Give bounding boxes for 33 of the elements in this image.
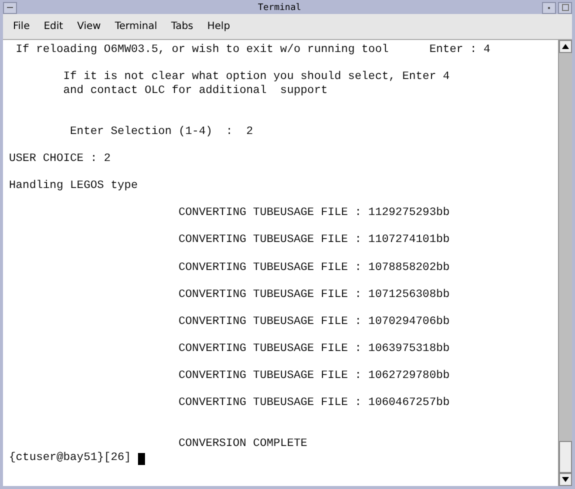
menu-item[interactable]: Help <box>207 21 230 32</box>
terminal-line: If reloading O6MW03.5, or wish to exit w/o running tool Enter : 4 <box>14 44 492 58</box>
terminal-line: If it is not clear what option you should select, Enter 4 <box>62 71 451 84</box>
scrollbar[interactable] <box>558 40 572 486</box>
menu-item[interactable]: Terminal <box>114 21 158 32</box>
maximize-button[interactable] <box>558 2 572 14</box>
terminal-line: Enter Selection (1-4) : 2 <box>69 126 254 140</box>
minimize-button[interactable] <box>542 2 556 14</box>
terminal-line: CONVERTING TUBEUSAGE FILE : 1107274101bb <box>177 234 451 248</box>
menu-item[interactable]: File <box>13 21 30 32</box>
window-title: Terminal <box>256 2 302 12</box>
scrollbar-thumb[interactable] <box>559 441 572 473</box>
shell-prompt: {ctuser@bay51}[26] <box>9 452 132 466</box>
text-cursor <box>138 452 145 465</box>
scroll-down-button[interactable] <box>559 473 572 486</box>
menu-item[interactable]: Tabs <box>171 21 194 32</box>
terminal-line: CONVERTING TUBEUSAGE FILE : 1062729780bb <box>177 370 451 384</box>
terminal-line: CONVERTING TUBEUSAGE FILE : 1078858202bb <box>177 262 451 276</box>
terminal-line: CONVERTING TUBEUSAGE FILE : 1071256308bb <box>177 288 451 302</box>
window-menu-button[interactable] <box>3 2 17 14</box>
terminal-line: CONVERTING TUBEUSAGE FILE : 1129275293bb <box>177 207 451 221</box>
terminal-line: CONVERTING TUBEUSAGE FILE : 1070294706bb <box>177 316 451 330</box>
menu-item[interactable]: View <box>77 21 101 32</box>
up-arrow-icon <box>562 44 569 49</box>
terminal-line: CONVERTING TUBEUSAGE FILE : 1060467257bb <box>177 397 451 412</box>
down-arrow-icon <box>562 477 569 482</box>
terminal-line: USER CHOICE : 2 <box>9 152 112 166</box>
terminal-line: and contact OLC for additional support <box>62 84 329 98</box>
terminal-line: CONVERSION COMPLETE <box>177 438 308 452</box>
scroll-up-button[interactable] <box>559 40 572 53</box>
menu-item[interactable]: Edit <box>44 21 64 32</box>
terminal-line: CONVERTING TUBEUSAGE FILE : 1063975318bb <box>177 343 451 357</box>
terminal-line: Handling LEGOS type <box>9 180 139 194</box>
